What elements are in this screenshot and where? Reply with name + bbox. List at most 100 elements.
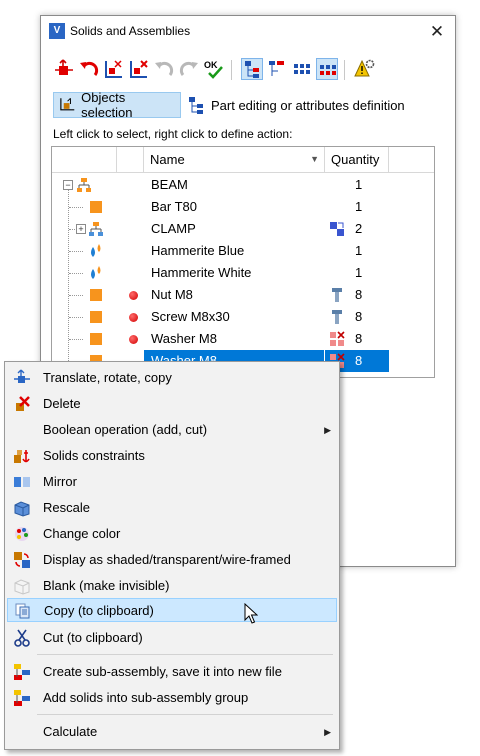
menu-item-boolean[interactable]: Boolean operation (add, cut) ▶ xyxy=(7,418,337,442)
submenu-arrow-icon: ▶ xyxy=(324,425,331,435)
subassembly-icon xyxy=(89,222,103,236)
row-quantity: 8 xyxy=(325,306,389,328)
row-name: Bar T80 xyxy=(151,199,198,214)
row-name: Washer M8 xyxy=(151,331,217,346)
rescale-icon xyxy=(14,501,30,517)
tree-line xyxy=(69,273,83,274)
context-menu: Translate, rotate, copy Delete Boolean o… xyxy=(4,361,340,750)
warning-settings-icon[interactable] xyxy=(354,58,376,80)
app-logo-icon: V xyxy=(49,23,65,39)
row-quantity: 2 xyxy=(325,218,389,240)
blank-icon xyxy=(14,579,30,595)
display-mode-icon xyxy=(14,552,30,568)
menu-item-translate[interactable]: Translate, rotate, copy xyxy=(7,366,337,390)
submenu-arrow-icon: ▶ xyxy=(324,727,331,737)
objects-selection-label: Objects selection xyxy=(81,90,133,120)
mirror-icon xyxy=(14,477,30,487)
tree-row[interactable]: Bar T80 1 xyxy=(52,196,434,218)
delete-icon xyxy=(16,396,30,411)
menu-item-add-solids[interactable]: Add solids into sub-assembly group xyxy=(7,686,337,710)
part-editing-label: Part editing or attributes definition xyxy=(211,97,405,113)
cut-icon xyxy=(14,629,30,647)
assembly-tree[interactable]: Name ▼ Quantity − BEAM 1 Bar T80 1 + CLA… xyxy=(51,146,435,378)
collapse-icon[interactable]: − xyxy=(63,180,73,190)
paint-drops-icon xyxy=(91,244,101,257)
tree-collapse-icon[interactable] xyxy=(266,58,288,80)
header-tree-column[interactable] xyxy=(52,147,117,172)
sort-arrow-icon: ▼ xyxy=(310,154,319,164)
menu-item-calculate[interactable]: Calculate ▶ xyxy=(7,720,337,744)
tree-row[interactable]: − BEAM 1 xyxy=(52,174,434,196)
tree-row[interactable]: Screw M8x30 8 xyxy=(52,306,434,328)
header-quantity-label: Quantity xyxy=(331,152,380,167)
move-solid-icon[interactable] xyxy=(53,58,75,80)
row-quantity: 1 xyxy=(355,199,363,214)
ok-check-icon[interactable]: OK xyxy=(203,58,225,80)
row-name: Nut M8 xyxy=(151,287,193,302)
row-quantity: 1 xyxy=(355,177,363,192)
undo-gray-icon[interactable] xyxy=(153,58,175,80)
title-bar: V Solids and Assemblies ✕ xyxy=(41,16,455,48)
solid-part-icon xyxy=(90,311,102,323)
assembly-icon xyxy=(77,178,91,192)
window-title: Solids and Assemblies xyxy=(70,24,191,38)
row-name: CLAMP xyxy=(151,221,196,236)
redo-gray-icon[interactable] xyxy=(178,58,200,80)
close-button[interactable]: ✕ xyxy=(419,16,455,48)
tree-line xyxy=(69,317,83,318)
menu-item-constraints[interactable]: Solids constraints xyxy=(7,444,337,468)
objects-selection-button[interactable]: Objects selection xyxy=(53,90,181,120)
translate-icon xyxy=(14,369,30,383)
ok-label: OK xyxy=(204,60,218,70)
row-quantity: 1 xyxy=(355,265,363,280)
mouse-cursor-icon xyxy=(244,603,258,624)
tree-header: Name ▼ Quantity xyxy=(52,147,434,173)
tree-line xyxy=(69,207,83,208)
solid-part-icon xyxy=(90,289,102,301)
constraints-icon xyxy=(14,450,30,463)
header-marker-column[interactable] xyxy=(117,147,144,172)
header-name-column[interactable]: Name ▼ xyxy=(144,147,325,172)
tree-row[interactable]: Nut M8 8 xyxy=(52,284,434,306)
menu-separator xyxy=(37,714,333,715)
menu-item-create-subassembly[interactable]: Create sub-assembly, save it into new fi… xyxy=(7,660,337,684)
tree-row[interactable]: Hammerite Blue 1 xyxy=(52,240,434,262)
row-quantity: 8 xyxy=(325,284,389,306)
menu-item-mirror[interactable]: Mirror xyxy=(7,470,337,494)
tree-view-icon[interactable] xyxy=(241,58,263,80)
row-quantity: 1 xyxy=(355,243,363,258)
solid-part-icon xyxy=(90,201,102,213)
menu-item-change-color[interactable]: Change color xyxy=(7,522,337,546)
grid-view-red-icon[interactable] xyxy=(316,58,338,80)
grid-view-icon[interactable] xyxy=(291,58,313,80)
menu-item-blank[interactable]: Blank (make invisible) xyxy=(7,574,337,598)
assembly-link-icon xyxy=(330,222,344,236)
menu-item-delete[interactable]: Delete xyxy=(7,392,337,416)
objects-selection-icon xyxy=(60,97,75,111)
part-editing-button[interactable]: Part editing or attributes definition xyxy=(183,92,453,118)
paint-drops-icon xyxy=(91,266,101,279)
deselect-solid-icon[interactable] xyxy=(128,58,150,80)
tree-line xyxy=(69,339,83,340)
select-solid-icon[interactable] xyxy=(103,58,125,80)
row-name: BEAM xyxy=(151,177,188,192)
red-marker-icon xyxy=(129,313,138,322)
red-marker-icon xyxy=(129,335,138,344)
header-quantity-column[interactable]: Quantity xyxy=(325,147,389,172)
tree-row[interactable]: + CLAMP 2 xyxy=(52,218,434,240)
toolbar-separator xyxy=(231,60,232,80)
menu-item-rescale[interactable]: Rescale xyxy=(7,496,337,520)
tree-row[interactable]: Hammerite White 1 xyxy=(52,262,434,284)
expand-icon[interactable]: + xyxy=(76,224,86,234)
bolt-icon xyxy=(332,288,342,302)
menu-item-display-mode[interactable]: Display as shaded/transparent/wire-frame… xyxy=(7,548,337,572)
red-marker-icon xyxy=(129,291,138,300)
undo-red-icon[interactable] xyxy=(78,58,100,80)
toolbar-separator xyxy=(344,60,345,80)
solid-part-icon xyxy=(90,333,102,345)
menu-item-cut[interactable]: Cut (to clipboard) xyxy=(7,626,337,650)
tree-row[interactable]: Washer M8 8 xyxy=(52,328,434,350)
instruction-text: Left click to select, right click to def… xyxy=(53,127,293,141)
mode-bar: Objects selection Part editing or attrib… xyxy=(51,90,453,120)
menu-item-copy[interactable]: Copy (to clipboard) xyxy=(7,598,337,622)
